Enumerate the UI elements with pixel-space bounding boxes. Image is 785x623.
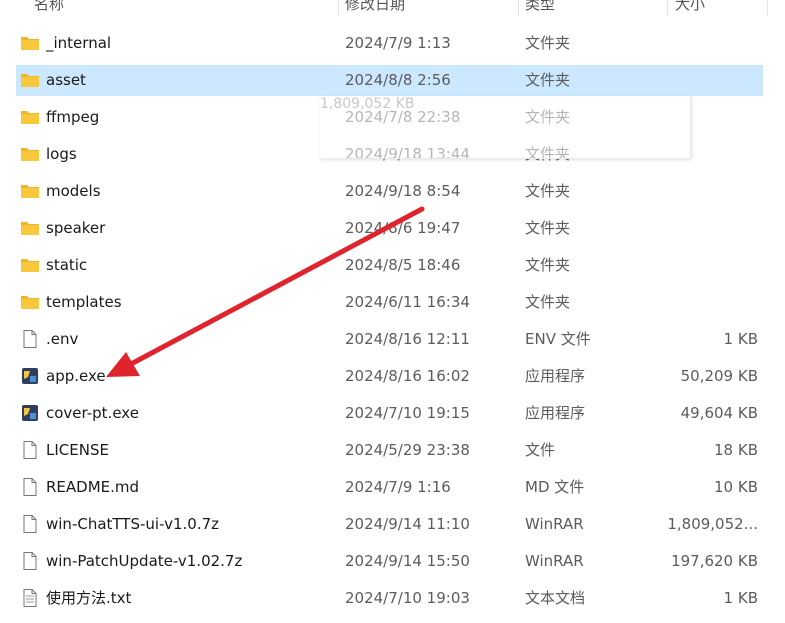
file-date: 2024/7/9 1:16 [345,478,451,496]
file-type: 文件 [525,441,556,459]
file-icon [20,330,40,348]
file-row[interactable]: app.exe 2024/8/16 16:02 应用程序 50,209 KB [16,361,763,392]
file-type: MD 文件 [525,478,585,496]
folder-icon [20,145,40,163]
file-name: cover-pt.exe [46,404,139,422]
file-size: 1 KB [723,330,758,348]
folder-icon [20,293,40,311]
file-row[interactable]: win-PatchUpdate-v1.02.7z 2024/9/14 15:50 W… [16,546,763,577]
column-name-header[interactable]: 名称 [34,0,64,15]
column-divider[interactable] [767,0,768,16]
file-name: asset [46,71,86,89]
file-date: 2024/8/6 19:47 [345,219,461,237]
file-name: _internal [46,34,112,52]
file-type: 文件夹 [525,71,571,89]
column-header: 名称 修改日期 类型 大小 [0,0,785,16]
size-tooltip-ghost: 1,809,052 KB [320,96,691,159]
file-name: app.exe [46,367,106,385]
file-type: 文件夹 [525,293,571,311]
file-name: speaker [46,219,106,237]
file-explorer: 名称 修改日期 类型 大小 _internal 2024/7/9 1:13 文件夹 a… [0,0,785,623]
folder-icon [20,71,40,89]
folder-icon [20,256,40,274]
file-name: 使用方法.txt [46,589,132,607]
file-name: models [46,182,101,200]
file-row[interactable]: .env 2024/8/16 12:11 ENV 文件 1 KB [16,324,763,355]
tooltip-text: 1,809,052 KB [320,96,415,112]
folder-icon [20,219,40,237]
column-divider[interactable] [518,0,519,16]
file-size: 1,809,052... [667,515,758,533]
file-date: 2024/8/8 2:56 [345,71,451,89]
file-date: 2024/9/14 11:10 [345,515,470,533]
text-file-icon [20,589,40,607]
file-type: 文件夹 [525,219,571,237]
file-type: WinRAR [525,552,584,570]
file-size: 50,209 KB [680,367,758,385]
file-type: 应用程序 [525,404,586,422]
file-row[interactable]: README.md 2024/7/9 1:16 MD 文件 10 KB [16,472,763,503]
file-date: 2024/6/11 16:34 [345,293,470,311]
file-name: .env [46,330,79,348]
file-name: ffmpeg [46,108,100,126]
file-date: 2024/9/14 15:50 [345,552,470,570]
file-date: 2024/7/10 19:15 [345,404,470,422]
column-size-header[interactable]: 大小 [675,0,705,15]
file-date: 2024/8/16 16:02 [345,367,470,385]
file-type: 文件夹 [525,34,571,52]
file-icon [20,478,40,496]
file-name: logs [46,145,77,163]
file-date: 2024/9/18 8:54 [345,182,461,200]
file-date: 2024/7/10 19:03 [345,589,470,607]
file-date: 2024/5/29 23:38 [345,441,470,459]
file-row[interactable]: cover-pt.exe 2024/7/10 19:15 应用程序 49,604 KB [16,398,763,429]
file-size: 18 KB [714,441,758,459]
exe-icon [20,367,40,385]
file-row[interactable]: speaker 2024/8/6 19:47 文件夹 [16,213,763,244]
file-name: win-PatchUpdate-v1.02.7z [46,552,243,570]
file-row[interactable]: win-ChatTTS-ui-v1.0.7z 2024/9/14 11:10 Win… [16,509,763,540]
folder-icon [20,108,40,126]
exe-icon [20,404,40,422]
column-type-header[interactable]: 类型 [525,0,555,15]
file-name: win-ChatTTS-ui-v1.0.7z [46,515,220,533]
file-name: README.md [46,478,140,496]
folder-icon [20,34,40,52]
file-type: ENV 文件 [525,330,591,348]
file-type: 应用程序 [525,367,586,385]
file-row[interactable]: 使用方法.txt 2024/7/10 19:03 文本文档 1 KB [16,583,763,614]
folder-icon [20,182,40,200]
column-date-header[interactable]: 修改日期 [345,0,405,15]
file-size: 197,620 KB [671,552,758,570]
file-row[interactable]: _internal 2024/7/9 1:13 文件夹 [16,28,763,59]
file-date: 2024/8/16 12:11 [345,330,470,348]
file-name: static [46,256,88,274]
file-name: templates [46,293,122,311]
file-type: 文本文档 [525,589,586,607]
file-row[interactable]: models 2024/9/18 8:54 文件夹 [16,176,763,207]
file-type: WinRAR [525,515,584,533]
file-type: 文件夹 [525,182,571,200]
file-icon [20,515,40,533]
file-size: 1 KB [723,589,758,607]
file-size: 10 KB [714,478,758,496]
file-type: 文件夹 [525,256,571,274]
file-date: 2024/7/9 1:13 [345,34,451,52]
file-row[interactable]: LICENSE 2024/5/29 23:38 文件 18 KB [16,435,763,466]
file-icon [20,441,40,459]
file-size: 49,604 KB [680,404,758,422]
file-icon [20,552,40,570]
file-row[interactable]: asset 2024/8/8 2:56 文件夹 [16,65,763,96]
column-divider[interactable] [338,0,339,16]
file-row[interactable]: templates 2024/6/11 16:34 文件夹 [16,287,763,318]
column-divider[interactable] [667,0,668,16]
file-row[interactable]: static 2024/8/5 18:46 文件夹 [16,250,763,281]
file-date: 2024/8/5 18:46 [345,256,461,274]
file-name: LICENSE [46,441,109,459]
